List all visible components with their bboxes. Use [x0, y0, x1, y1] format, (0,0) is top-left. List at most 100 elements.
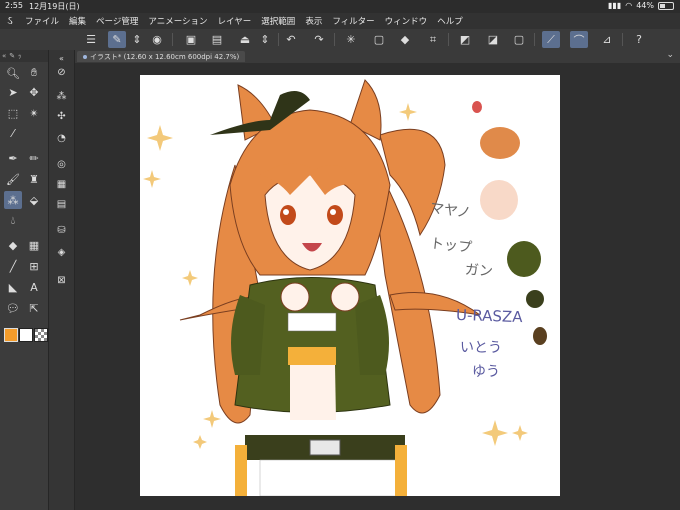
camera-icon[interactable]: ◉: [148, 31, 166, 48]
sub-tool-icon[interactable]: ⁂: [53, 88, 70, 105]
pencil-icon[interactable]: ✏︎: [25, 149, 43, 167]
note-ito: いとう: [460, 340, 502, 356]
note-top: トップ: [429, 235, 473, 257]
menu-layer[interactable]: レイヤー: [213, 15, 257, 27]
menu-file[interactable]: ファイル: [20, 15, 64, 27]
divider: [172, 33, 173, 46]
move-layer-icon[interactable]: ✥: [25, 83, 43, 101]
illustration-canvas[interactable]: マヤノ トップ ガン U-RASZA いとう ゆう: [140, 75, 560, 496]
hide-selection-icon[interactable]: ◩: [456, 31, 474, 48]
pen-icon[interactable]: ✒: [4, 149, 22, 167]
document-tab-label: イラスト* (12.60 x 12.60cm 600dpi 42.7%): [90, 52, 240, 61]
battery-percent: 44%: [636, 1, 654, 10]
tool-property-icon[interactable]: ✣: [53, 108, 70, 125]
color-set-icon[interactable]: ▦: [53, 176, 70, 193]
blend-icon[interactable]: 💧︎: [4, 212, 22, 230]
divider: [448, 33, 449, 46]
select-all-icon[interactable]: ▢: [510, 31, 528, 48]
redo-icon[interactable]: ↷: [310, 31, 328, 48]
ios-status-bar: 2:55 12月19日(日) ▮▮▮ ◠ 44%: [0, 0, 680, 13]
clear-icon[interactable]: ▢: [370, 31, 388, 48]
palette-dab-skin: [480, 180, 518, 220]
menu-bar: ઽ ファイル 編集 ページ管理 アニメーション レイヤー 選択範囲 表示 フィル…: [0, 13, 680, 29]
battery-icon: [658, 1, 674, 10]
palette-dab-orange: [480, 127, 520, 159]
navigator-icon[interactable]: ⊘: [53, 64, 70, 81]
menu-view[interactable]: 表示: [300, 15, 327, 27]
operation-icon[interactable]: ➤: [4, 83, 22, 101]
status-date: 12月19日(日): [29, 2, 80, 11]
new-file-icon[interactable]: ▣: [182, 31, 200, 48]
brush-icon[interactable]: 🖌︎: [4, 170, 22, 188]
note-gun: ガン: [464, 262, 494, 280]
menu-animation[interactable]: アニメーション: [143, 15, 212, 27]
eyedropper-icon[interactable]: ⁄: [4, 124, 22, 142]
menu-help[interactable]: ヘルプ: [432, 15, 468, 27]
palette-dab-brown: [533, 327, 547, 345]
frame-icon[interactable]: ⊞: [25, 257, 43, 275]
layer-icon[interactable]: ◈: [53, 244, 70, 261]
battery-level-fill: [660, 3, 666, 8]
divider: [334, 33, 335, 46]
command-bar: ☰ ✎ ⇕ ◉ ▣ ▤ ⏏ ⇕ ↶ ↷ ✳ ▢ ◆ ⌗ ◩ ◪ ▢ ⟋ ⌒ ⊿ …: [0, 29, 680, 51]
figure-icon[interactable]: ╱: [4, 257, 22, 275]
open-folder-icon[interactable]: ▤: [208, 31, 226, 48]
help-icon[interactable]: ?: [630, 31, 648, 48]
correct-line-icon[interactable]: ⇱: [25, 299, 43, 317]
loading-icon[interactable]: ✳: [342, 31, 360, 48]
document-tab[interactable]: イラスト* (12.60 x 12.60cm 600dpi 42.7%): [77, 51, 246, 62]
hand-icon[interactable]: ✋︎: [25, 64, 43, 82]
wifi-icon: ◠: [625, 1, 633, 10]
auto-select-icon[interactable]: ✴: [25, 104, 43, 122]
zoom-icon[interactable]: 🔍︎: [4, 64, 22, 82]
color-wheel-icon[interactable]: ◎: [53, 156, 70, 173]
menu-filter[interactable]: フィルター: [327, 15, 379, 27]
tab-ellipsis-icon[interactable]: ｯ: [18, 51, 22, 61]
divider: [278, 33, 279, 46]
ruler-icon[interactable]: ◣: [4, 278, 22, 296]
chevron-updown-icon-2[interactable]: ⇕: [256, 31, 274, 48]
tool-tabs: «✎ ｯ: [0, 50, 48, 62]
fill-bucket-icon[interactable]: ◆: [4, 236, 22, 254]
material-icon[interactable]: ⊠: [53, 272, 70, 289]
transform-icon[interactable]: ⌗: [424, 31, 442, 48]
collapse-icon[interactable]: «: [2, 52, 6, 60]
pen-tab-icon[interactable]: ✎: [9, 52, 15, 60]
divider: [622, 33, 623, 46]
chevron-down-icon[interactable]: ⌄: [666, 50, 674, 60]
chevron-updown-icon[interactable]: ⇕: [128, 31, 146, 48]
main-color-swatch[interactable]: [4, 328, 18, 342]
marquee-icon[interactable]: ⬚: [4, 104, 22, 122]
document-tab-bar: イラスト* (12.60 x 12.60cm 600dpi 42.7%) ⌄: [75, 50, 680, 63]
fill-icon[interactable]: ◆: [396, 31, 414, 48]
balloon-icon[interactable]: 💬︎: [4, 299, 22, 317]
transparent-color-swatch[interactable]: [34, 328, 48, 342]
menu-edit[interactable]: 編集: [64, 15, 91, 27]
invert-selection-icon[interactable]: ◪: [484, 31, 502, 48]
sub-tool-strip: « ⊘ ⁂ ✣ ◔ ◎ ▦ ▤ ⛁ ◈ ⊠: [49, 50, 75, 510]
special-ruler-snap-icon[interactable]: ⌒: [570, 31, 588, 48]
menu-page[interactable]: ページ管理: [91, 15, 143, 27]
unsaved-dot-icon: [83, 54, 87, 59]
tool-palette: «✎ ｯ 🔍︎ ✋︎ ➤ ✥ ⬚ ✴ ⁄ ✒ ✏︎ 🖌︎ ♜ ⁂ ⬙ 💧︎ ◆ ▦…: [0, 50, 49, 510]
grid-snap-icon[interactable]: ⊿: [598, 31, 616, 48]
brush-size-icon[interactable]: ◔: [53, 130, 70, 147]
layer-property-icon[interactable]: ⛁: [53, 222, 70, 239]
sub-color-swatch[interactable]: [19, 328, 33, 342]
menu-window[interactable]: ウィンドウ: [380, 15, 433, 27]
save-icon[interactable]: ⏏: [236, 31, 254, 48]
status-time: 2:55: [5, 1, 23, 10]
airbrush-icon[interactable]: ♜: [25, 170, 43, 188]
gradient-icon[interactable]: ▦: [25, 236, 43, 254]
ruler-snap-icon[interactable]: ⟋: [542, 31, 560, 48]
text-icon[interactable]: A: [25, 278, 43, 296]
undo-icon[interactable]: ↶: [282, 31, 300, 48]
edit-mode-icon[interactable]: ✎: [108, 31, 126, 48]
clip-studio-logo-icon[interactable]: ઽ: [0, 14, 20, 28]
decoration-icon[interactable]: ⁂: [4, 191, 22, 209]
eraser-icon[interactable]: ⬙: [25, 191, 43, 209]
palette-dab-dark-olive: [526, 290, 544, 308]
menu-icon[interactable]: ☰: [82, 31, 100, 48]
color-history-icon[interactable]: ▤: [53, 196, 70, 213]
menu-selection[interactable]: 選択範囲: [256, 15, 300, 27]
